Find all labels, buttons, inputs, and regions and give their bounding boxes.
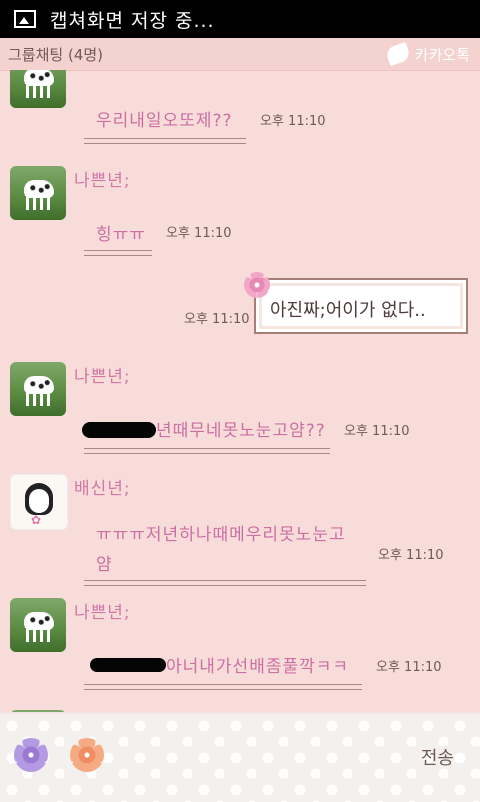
my-message-bubble[interactable]: 아진짜;어이가 없다.. bbox=[254, 278, 468, 334]
attach-button[interactable] bbox=[70, 738, 104, 772]
message-time: 오후 11:10 bbox=[166, 226, 232, 241]
flower-icon bbox=[244, 272, 270, 298]
avatar[interactable] bbox=[10, 598, 66, 652]
input-bar[interactable]: 전송 bbox=[0, 712, 480, 802]
send-button[interactable]: 전송 bbox=[421, 744, 454, 770]
message-time: 오후 11:10 bbox=[344, 424, 410, 439]
message-text: ㅠㅠㅠ저년하나때메우리못노눈고 bbox=[96, 525, 346, 545]
message-text-line2: 얌 bbox=[96, 555, 113, 575]
status-text: 캡쳐화면 저장 중... bbox=[50, 9, 215, 32]
redaction-mark bbox=[90, 658, 166, 672]
chat-title: 그룹채팅 (4명) bbox=[8, 45, 104, 64]
message-time: 오후 11:10 bbox=[184, 312, 250, 327]
message-text: 아진짜;어이가 없다.. bbox=[270, 300, 426, 321]
header-brand[interactable]: 카카오톡 bbox=[384, 41, 470, 67]
redaction-mark bbox=[82, 422, 156, 438]
chat-header: 그룹채팅 (4명) 카카오톡 bbox=[0, 38, 480, 71]
message-underline bbox=[84, 580, 366, 586]
message-text: 아너내가선배좀풀깍ㅋㅋ bbox=[166, 657, 350, 677]
emoticon-button[interactable] bbox=[14, 738, 48, 772]
sender-name: 나쁜년; bbox=[74, 171, 131, 191]
avatar[interactable] bbox=[10, 70, 66, 108]
avatar[interactable]: ✿ bbox=[10, 474, 68, 530]
status-bar: 캡쳐화면 저장 중... bbox=[0, 0, 480, 38]
message-text: 우리내일오또제?? bbox=[96, 111, 233, 131]
message-time: 오후 11:10 bbox=[260, 114, 326, 129]
chat-area[interactable]: 우리내일오또제?? 오후 11:10 나쁜년; 힝ㅠㅠ 오후 11:10 오후 … bbox=[0, 70, 480, 712]
message-underline bbox=[84, 448, 330, 454]
message-time: 오후 11:10 bbox=[376, 660, 442, 675]
message-underline bbox=[84, 684, 362, 690]
avatar[interactable] bbox=[10, 166, 66, 220]
message-underline bbox=[84, 138, 246, 144]
picture-icon bbox=[14, 10, 36, 28]
sender-name: 나쁜년; bbox=[74, 603, 131, 623]
avatar[interactable] bbox=[10, 362, 66, 416]
message-text: 년때무네못노눈고얌?? bbox=[156, 421, 326, 441]
message-text: 힝ㅠㅠ bbox=[96, 225, 146, 245]
quill-icon bbox=[384, 41, 412, 67]
header-brand-label: 카카오톡 bbox=[414, 45, 470, 64]
message-underline bbox=[84, 250, 152, 256]
message-time: 오후 11:10 bbox=[378, 548, 444, 563]
sender-name: 배신년; bbox=[74, 479, 131, 499]
sender-name: 나쁜년; bbox=[74, 367, 131, 387]
